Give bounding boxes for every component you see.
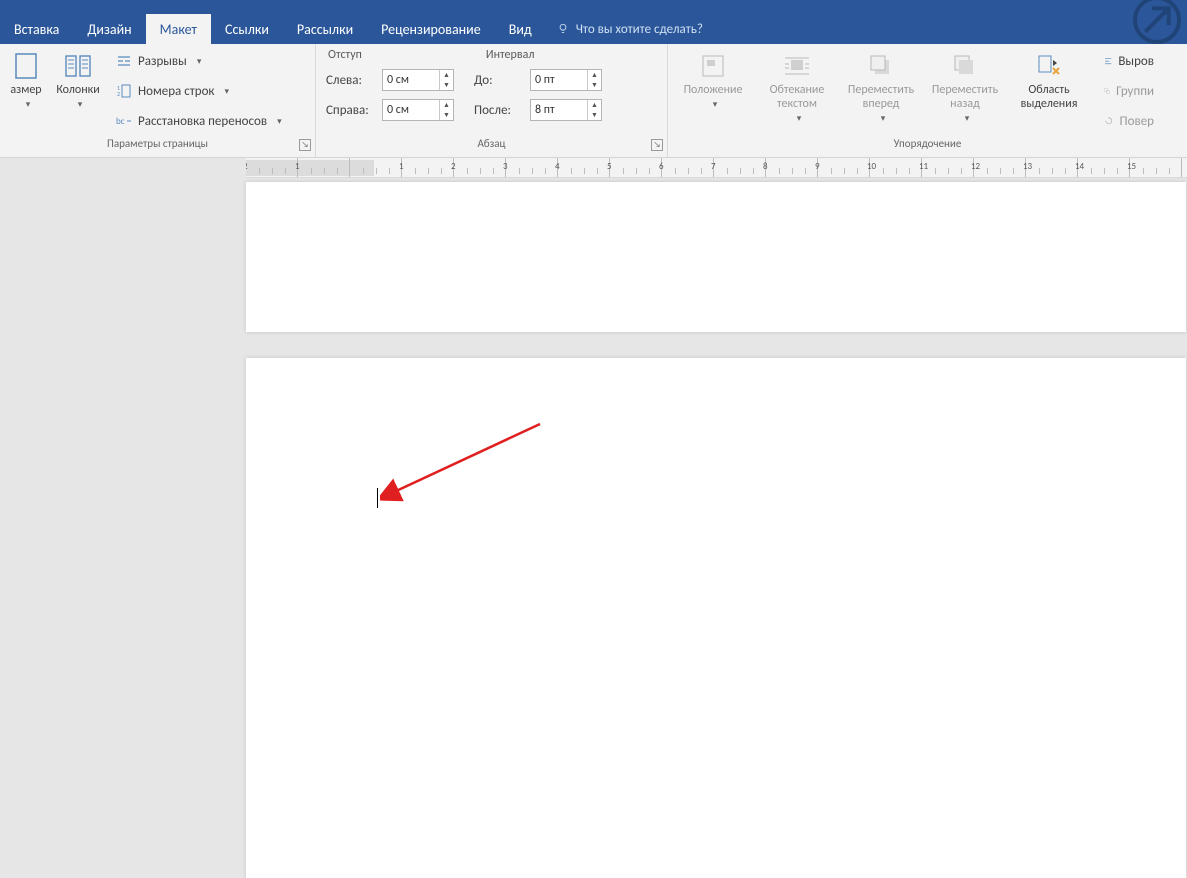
down-arrow-icon[interactable]: ▼: [588, 110, 601, 120]
title-bar: [0, 0, 1187, 14]
spacing-before-input[interactable]: [531, 70, 587, 90]
selection-pane-button[interactable]: Область выделения: [1010, 48, 1088, 112]
group-label-page-setup: Параметры страницы ↘: [0, 137, 315, 157]
size-button[interactable]: азмер: [6, 48, 46, 110]
svg-text:2: 2: [117, 90, 120, 98]
tab-layout[interactable]: Макет: [146, 14, 211, 44]
selection-pane-icon: [1033, 50, 1065, 82]
line-numbers-button[interactable]: 12 Номера строк: [110, 78, 288, 104]
down-arrow-icon[interactable]: ▼: [588, 80, 601, 90]
paragraph-launcher[interactable]: ↘: [651, 139, 663, 151]
breaks-icon: [116, 53, 132, 69]
svg-text:bc: bc: [116, 116, 125, 127]
indent-left-input[interactable]: [383, 70, 439, 90]
line-numbers-icon: 12: [116, 83, 132, 99]
indent-left-label: Слева:: [326, 73, 378, 88]
spacing-after-input[interactable]: [531, 100, 587, 120]
position-icon: [697, 50, 729, 82]
tell-me-placeholder: Что вы хотите сделать?: [576, 22, 703, 37]
hyphenation-button[interactable]: bc Расстановка переносов: [110, 108, 288, 134]
columns-icon: [62, 50, 94, 82]
group-label-paragraph: Абзац ↘: [316, 137, 667, 157]
group-button[interactable]: Группи: [1098, 78, 1160, 104]
up-arrow-icon[interactable]: ▲: [588, 70, 601, 80]
columns-button[interactable]: Колонки: [52, 48, 104, 110]
indent-right-label: Справа:: [326, 103, 378, 118]
document-page[interactable]: [246, 358, 1186, 878]
indent-right-input[interactable]: [383, 100, 439, 120]
up-arrow-icon[interactable]: ▲: [440, 100, 453, 110]
up-arrow-icon[interactable]: ▲: [588, 100, 601, 110]
document-page-prev[interactable]: [246, 182, 1186, 332]
page-setup-launcher[interactable]: ↘: [299, 139, 311, 151]
rotate-button[interactable]: Повер: [1098, 108, 1160, 134]
text-caret: [377, 488, 378, 508]
position-button[interactable]: Положение: [674, 48, 752, 110]
tab-view[interactable]: Вид: [495, 14, 546, 44]
align-icon: [1104, 53, 1112, 69]
send-backward-button[interactable]: Переместить назад: [926, 48, 1004, 124]
tab-mailings[interactable]: Рассылки: [283, 14, 367, 44]
group-icon: [1104, 83, 1110, 99]
wrap-text-icon: [781, 50, 813, 82]
tab-insert[interactable]: Вставка: [0, 14, 73, 44]
rotate-icon: [1104, 113, 1114, 129]
lightbulb-icon: [556, 22, 570, 36]
spacing-title: Интервал: [480, 46, 535, 64]
indent-right-spinner[interactable]: ▲▼: [382, 99, 454, 121]
document-area: 21123456789101112131415: [0, 158, 1187, 690]
page-size-icon: [10, 50, 42, 82]
align-button[interactable]: Выров: [1098, 48, 1160, 74]
tell-me-search[interactable]: Что вы хотите сделать?: [546, 14, 713, 44]
horizontal-ruler[interactable]: 21123456789101112131415: [246, 158, 1187, 178]
spacing-after-label: После:: [474, 103, 526, 118]
down-arrow-icon[interactable]: ▼: [440, 80, 453, 90]
tab-review[interactable]: Рецензирование: [367, 14, 495, 44]
group-label-arrange: Упорядочение: [668, 137, 1187, 157]
bring-forward-button[interactable]: Переместить вперед: [842, 48, 920, 124]
ribbon-tabs: Вставка Дизайн Макет Ссылки Рассылки Рец…: [0, 14, 1187, 44]
spacing-after-spinner[interactable]: ▲▼: [530, 99, 602, 121]
wrap-text-button[interactable]: Обтекание текстом: [758, 48, 836, 124]
ribbon: азмер Колонки Разрывы 12: [0, 44, 1187, 158]
bring-forward-icon: [865, 50, 897, 82]
down-arrow-icon[interactable]: ▼: [440, 110, 453, 120]
tab-design[interactable]: Дизайн: [73, 14, 145, 44]
hyphenation-icon: bc: [116, 113, 132, 129]
breaks-button[interactable]: Разрывы: [110, 48, 288, 74]
spacing-before-label: До:: [474, 73, 526, 88]
tab-references[interactable]: Ссылки: [211, 14, 283, 44]
spacing-before-spinner[interactable]: ▲▼: [530, 69, 602, 91]
indent-left-spinner[interactable]: ▲▼: [382, 69, 454, 91]
indent-title: Отступ: [322, 46, 362, 64]
send-backward-icon: [949, 50, 981, 82]
up-arrow-icon[interactable]: ▲: [440, 70, 453, 80]
